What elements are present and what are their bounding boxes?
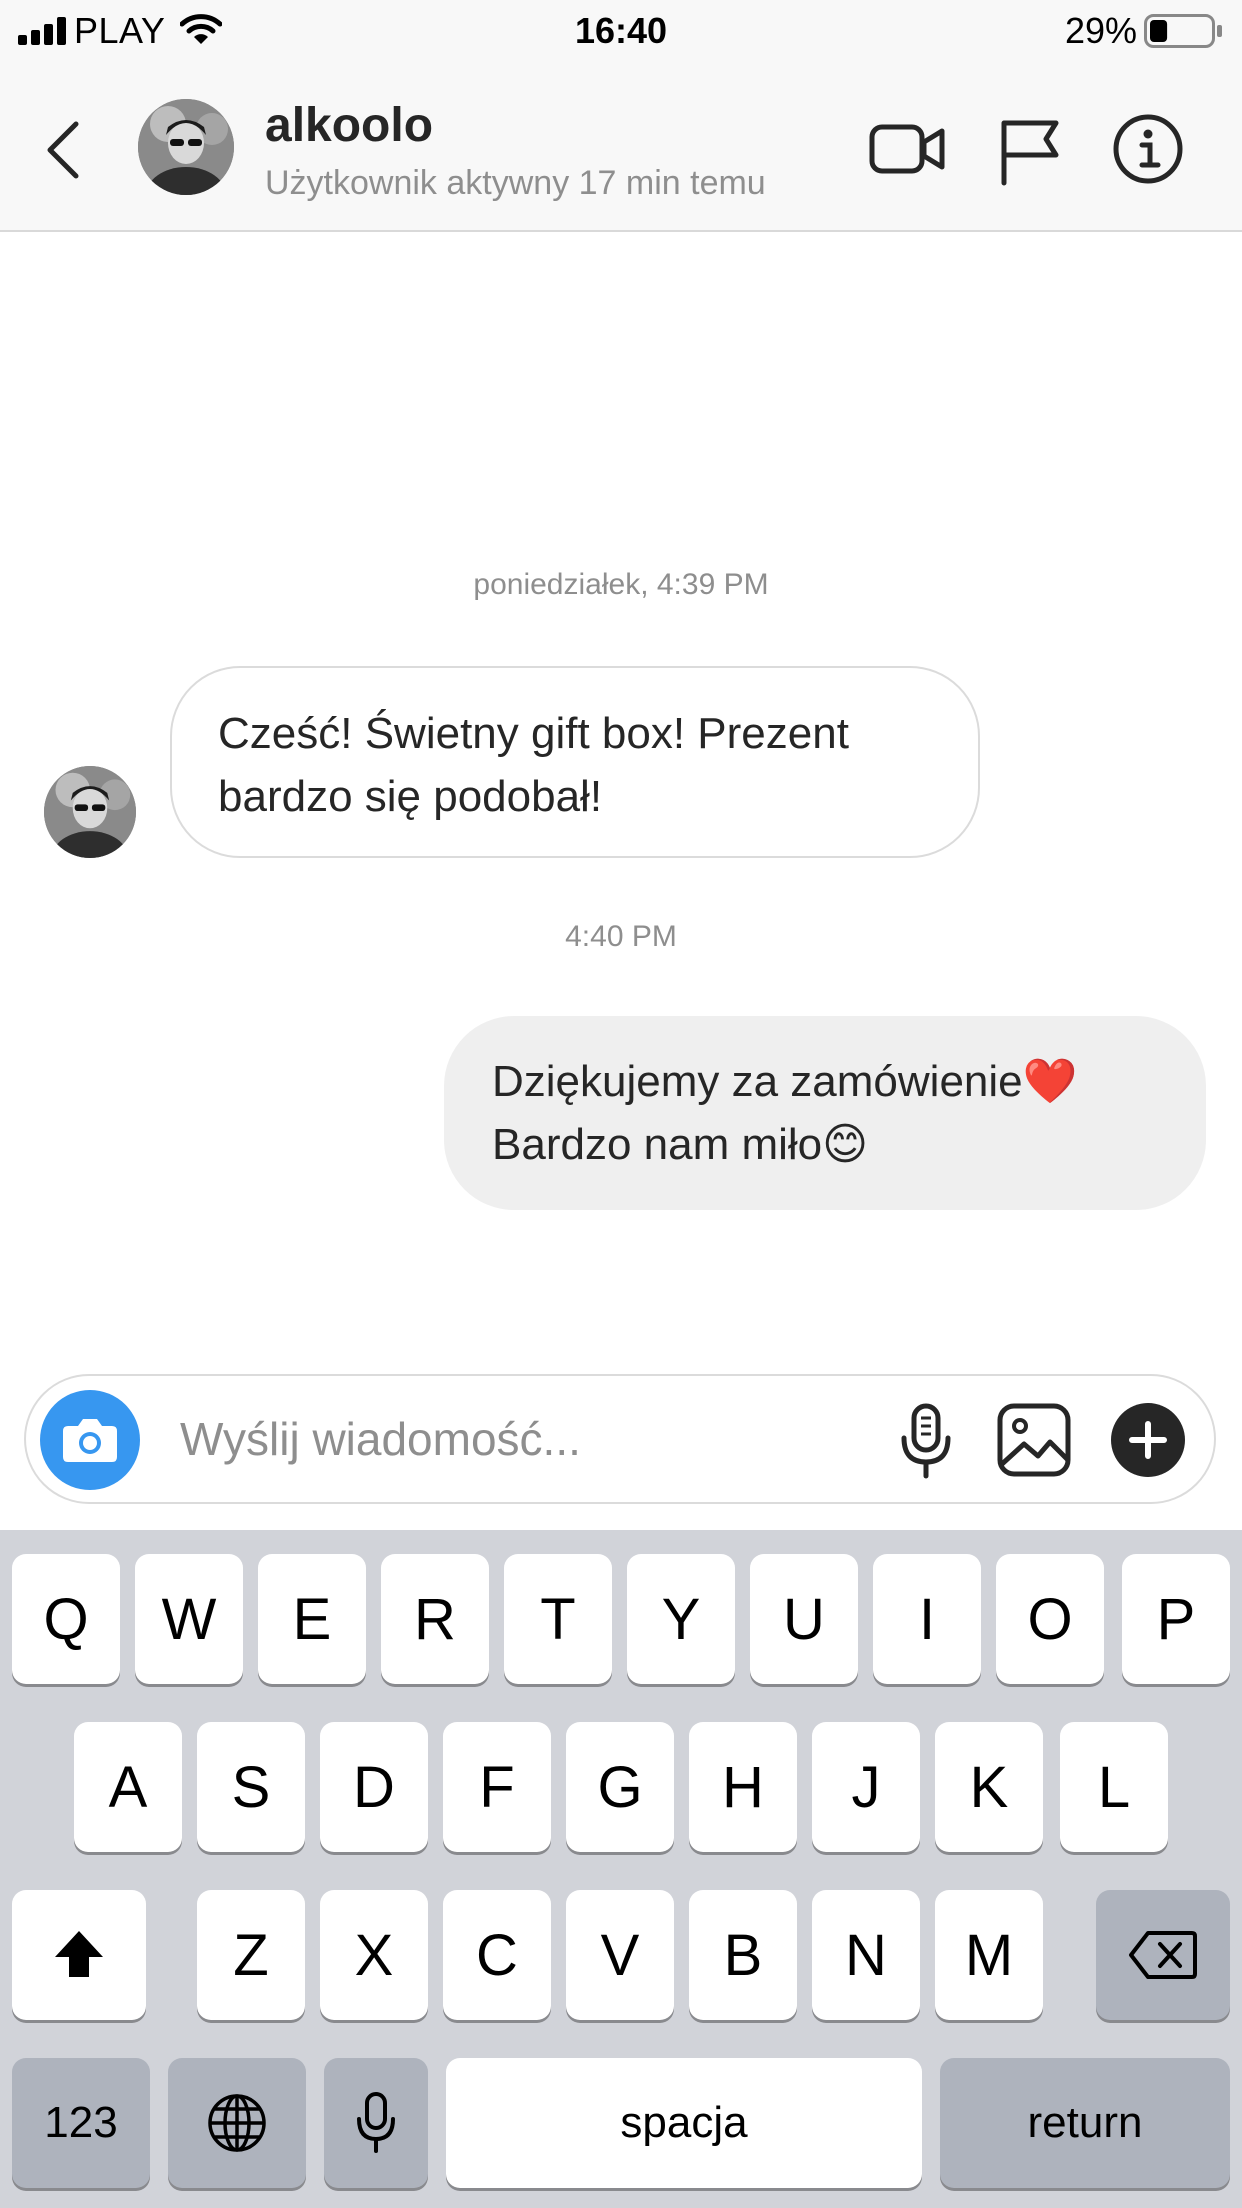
key-d[interactable]: D [320, 1722, 428, 1852]
gallery-icon[interactable] [992, 1398, 1076, 1482]
key-y[interactable]: Y [627, 1554, 735, 1684]
shift-icon [55, 1931, 103, 1977]
key-b[interactable]: B [689, 1890, 797, 2020]
battery-icon [1144, 14, 1222, 48]
message-text: Cześć! Świetny gift box! Prezent [218, 709, 849, 758]
backspace-key[interactable] [1096, 1890, 1230, 2020]
flag-icon[interactable] [990, 109, 1070, 189]
presence-status: Użytkownik aktywny 17 min temu [265, 164, 766, 202]
key-k[interactable]: K [935, 1722, 1043, 1852]
info-icon[interactable] [1108, 109, 1188, 189]
key-l[interactable]: L [1060, 1722, 1168, 1852]
globe-icon [208, 2094, 266, 2152]
keyboard: Q W E R T Y U I O P A S D F G H J K L Z … [0, 1530, 1242, 2208]
key-t[interactable]: T [504, 1554, 612, 1684]
key-e[interactable]: E [258, 1554, 366, 1684]
status-bar: PLAY 16:40 29% [0, 0, 1242, 64]
outgoing-message-bubble[interactable]: Dziękujemy za zamówienie❤️ Bardzo nam mi… [444, 1016, 1206, 1210]
message-timestamp: 4:40 PM [565, 920, 677, 953]
camera-icon [63, 1419, 117, 1462]
key-p[interactable]: P [1122, 1554, 1230, 1684]
plus-icon[interactable] [1106, 1398, 1190, 1482]
numbers-key[interactable]: 123 [12, 2058, 150, 2188]
dictation-mic-icon [357, 2092, 395, 2153]
back-chevron-icon[interactable] [40, 118, 90, 182]
clock: 16:40 [574, 10, 668, 51]
key-x[interactable]: X [320, 1890, 428, 2020]
key-g[interactable]: G [566, 1722, 674, 1852]
battery-percent: 29% [1064, 10, 1137, 51]
globe-key[interactable] [168, 2058, 306, 2188]
message-text: bardzo się podobał! [218, 772, 603, 821]
return-key[interactable]: return [940, 2058, 1230, 2188]
video-camera-icon[interactable] [868, 109, 948, 189]
key-z[interactable]: Z [197, 1890, 305, 2020]
key-a[interactable]: A [74, 1722, 182, 1852]
key-u[interactable]: U [750, 1554, 858, 1684]
incoming-message-bubble[interactable]: Cześć! Świetny gift box! Prezent bardzo … [170, 666, 980, 858]
message-text: Dziękujemy za zamówienie❤️ [492, 1057, 1078, 1106]
message-timestamp: poniedziałek, 4:39 PM [473, 568, 769, 601]
message-text: Bardzo nam miło😊 [492, 1120, 868, 1169]
chat-header: alkoolo Użytkownik aktywny 17 min temu [0, 64, 1242, 232]
key-s[interactable]: S [197, 1722, 305, 1852]
key-h[interactable]: H [689, 1722, 797, 1852]
key-v[interactable]: V [566, 1890, 674, 2020]
microphone-icon[interactable] [884, 1398, 968, 1482]
message-composer [24, 1374, 1216, 1504]
space-key[interactable]: spacja [446, 2058, 922, 2188]
key-w[interactable]: W [135, 1554, 243, 1684]
backspace-icon [1129, 1931, 1197, 1979]
key-j[interactable]: J [812, 1722, 920, 1852]
key-m[interactable]: M [935, 1890, 1043, 2020]
avatar[interactable] [138, 99, 234, 195]
key-c[interactable]: C [443, 1890, 551, 2020]
key-q[interactable]: Q [12, 1554, 120, 1684]
dictation-key[interactable] [324, 2058, 428, 2188]
key-r[interactable]: R [381, 1554, 489, 1684]
camera-button[interactable] [40, 1390, 140, 1490]
key-f[interactable]: F [443, 1722, 551, 1852]
key-n[interactable]: N [812, 1890, 920, 2020]
sender-avatar[interactable] [44, 766, 136, 858]
key-i[interactable]: I [873, 1554, 981, 1684]
key-o[interactable]: O [996, 1554, 1104, 1684]
chat-username[interactable]: alkoolo [265, 98, 433, 153]
shift-key[interactable] [12, 1890, 146, 2020]
message-input[interactable] [180, 1404, 860, 1474]
